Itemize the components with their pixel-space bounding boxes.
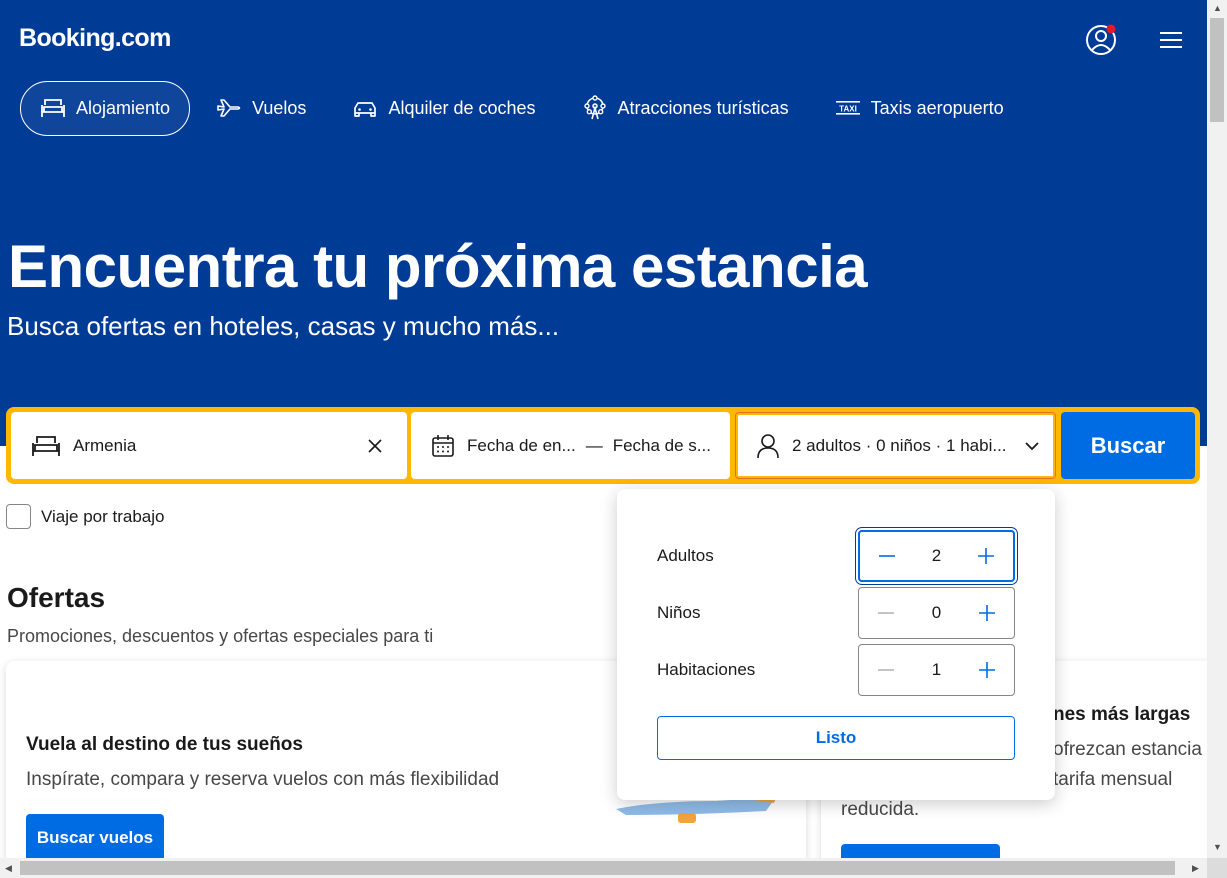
- ferris-wheel-icon: [583, 95, 606, 120]
- adults-row: Adultos 2: [657, 530, 1015, 582]
- horizontal-scroll-thumb[interactable]: [20, 861, 1175, 875]
- hamburger-menu-icon: [1160, 32, 1182, 48]
- checkout-date[interactable]: Fecha de s...: [613, 436, 711, 456]
- work-trip-label: Viaje por trabajo: [41, 506, 165, 526]
- scroll-right-arrow-icon[interactable]: ▶: [1192, 863, 1199, 874]
- minus-icon: [878, 612, 894, 614]
- car-icon: [354, 102, 377, 117]
- horizontal-scrollbar[interactable]: ◀ ▶: [0, 858, 1207, 878]
- children-row: Niños 0: [657, 587, 1015, 639]
- adults-value: 2: [931, 546, 942, 565]
- search-flights-button[interactable]: Buscar vuelos: [26, 814, 164, 862]
- plane-icon: [217, 99, 241, 117]
- children-label: Niños: [657, 603, 701, 622]
- nav-item-atracciones[interactable]: Atracciones turísticas: [562, 81, 809, 136]
- nav-label: Alquiler de coches: [388, 97, 536, 118]
- children-stepper[interactable]: 0: [858, 587, 1015, 639]
- children-decrement-button[interactable]: [871, 598, 901, 628]
- date-separator: —: [585, 435, 603, 455]
- work-trip-checkbox[interactable]: Viaje por trabajo: [6, 504, 165, 529]
- search-bar: Armenia Fecha de en... — Fecha de s... 2…: [6, 407, 1200, 484]
- destination-input[interactable]: Armenia: [73, 436, 355, 456]
- guests-popup: Adultos 2 Niños 0 Habitaciones 1 Listo: [617, 489, 1055, 800]
- person-icon: [757, 433, 779, 458]
- svg-text:TAXI: TAXI: [839, 105, 857, 114]
- scroll-up-arrow-icon[interactable]: ▲: [1213, 3, 1222, 13]
- children-increment-button[interactable]: [972, 598, 1002, 628]
- adults-increment-button[interactable]: [971, 541, 1001, 571]
- close-icon: [368, 438, 382, 453]
- rooms-increment-button[interactable]: [972, 655, 1002, 685]
- rooms-row: Habitaciones 1: [657, 644, 1015, 696]
- offers-title: Ofertas: [7, 582, 106, 613]
- scroll-down-arrow-icon[interactable]: ▼: [1213, 842, 1222, 852]
- plus-icon: [979, 605, 995, 621]
- taxi-icon: TAXI: [835, 101, 860, 115]
- nav-label: Atracciones turísticas: [617, 97, 789, 118]
- vertical-scroll-thumb[interactable]: [1210, 18, 1224, 122]
- nav-label: Alojamiento: [76, 97, 171, 118]
- user-account-button[interactable]: [1084, 22, 1118, 56]
- guests-summary: 2 adultos · 0 niños · 1 habi...: [792, 435, 1007, 455]
- hero-subtitle: Busca ofertas en hoteles, casas y mucho …: [7, 311, 560, 341]
- scrollbar-corner: [1207, 858, 1227, 878]
- adults-stepper[interactable]: 2: [858, 530, 1015, 582]
- card-text: tarifa mensual: [1053, 769, 1173, 790]
- rooms-decrement-button[interactable]: [871, 655, 901, 685]
- checkbox-box[interactable]: [6, 504, 31, 529]
- minus-icon: [879, 555, 895, 557]
- adults-decrement-button[interactable]: [872, 541, 902, 571]
- chevron-down-icon: [1025, 441, 1039, 450]
- rooms-label: Habitaciones: [657, 660, 756, 679]
- card-text: Inspírate, compara y reserva vuelos con …: [26, 769, 500, 790]
- nav-item-taxis[interactable]: TAXI Taxis aeropuerto: [815, 81, 1024, 136]
- product-nav: Alojamiento Vuelos Alquiler de coches At…: [20, 80, 1030, 136]
- dates-field[interactable]: Fecha de en... — Fecha de s...: [411, 412, 730, 479]
- calendar-icon: [432, 434, 454, 457]
- search-button[interactable]: Buscar: [1061, 412, 1195, 479]
- plus-icon: [978, 548, 994, 564]
- checkin-date[interactable]: Fecha de en...: [467, 436, 576, 456]
- card-title: Vuela al destino de tus sueños: [26, 734, 303, 755]
- scroll-left-arrow-icon[interactable]: ◀: [5, 863, 12, 874]
- adults-label: Adultos: [657, 546, 714, 565]
- vertical-scrollbar[interactable]: ▲ ▼: [1207, 0, 1227, 858]
- rooms-stepper[interactable]: 1: [858, 644, 1015, 696]
- rooms-value: 1: [931, 660, 942, 679]
- done-button[interactable]: Listo: [657, 716, 1015, 760]
- user-circle-icon: [1086, 24, 1116, 55]
- main-menu-button[interactable]: [1158, 28, 1184, 52]
- nav-item-vuelos[interactable]: Vuelos: [196, 81, 326, 136]
- bed-icon: [32, 435, 60, 456]
- minus-icon: [878, 669, 894, 671]
- bed-icon: [41, 99, 65, 117]
- hero-title: Encuentra tu próxima estancia: [8, 233, 868, 300]
- children-value: 0: [931, 603, 942, 622]
- nav-label: Vuelos: [252, 97, 307, 118]
- nav-item-alojamiento[interactable]: Alojamiento: [20, 80, 191, 136]
- nav-item-alquiler-coches[interactable]: Alquiler de coches: [332, 81, 555, 136]
- plus-icon: [979, 662, 995, 678]
- booking-logo[interactable]: Booking.com: [19, 24, 171, 53]
- notification-dot: [1106, 24, 1116, 34]
- guests-field[interactable]: 2 adultos · 0 niños · 1 habi...: [735, 412, 1056, 479]
- clear-destination-button[interactable]: [355, 426, 395, 466]
- hero-background: [0, 0, 1207, 446]
- destination-field[interactable]: Armenia: [11, 412, 407, 479]
- card-title: nes más largas: [1053, 704, 1191, 725]
- card-text: ofrezcan estancia: [1053, 739, 1202, 760]
- nav-label: Taxis aeropuerto: [870, 97, 1004, 118]
- offers-subtitle: Promociones, descuentos y ofertas especi…: [7, 626, 434, 646]
